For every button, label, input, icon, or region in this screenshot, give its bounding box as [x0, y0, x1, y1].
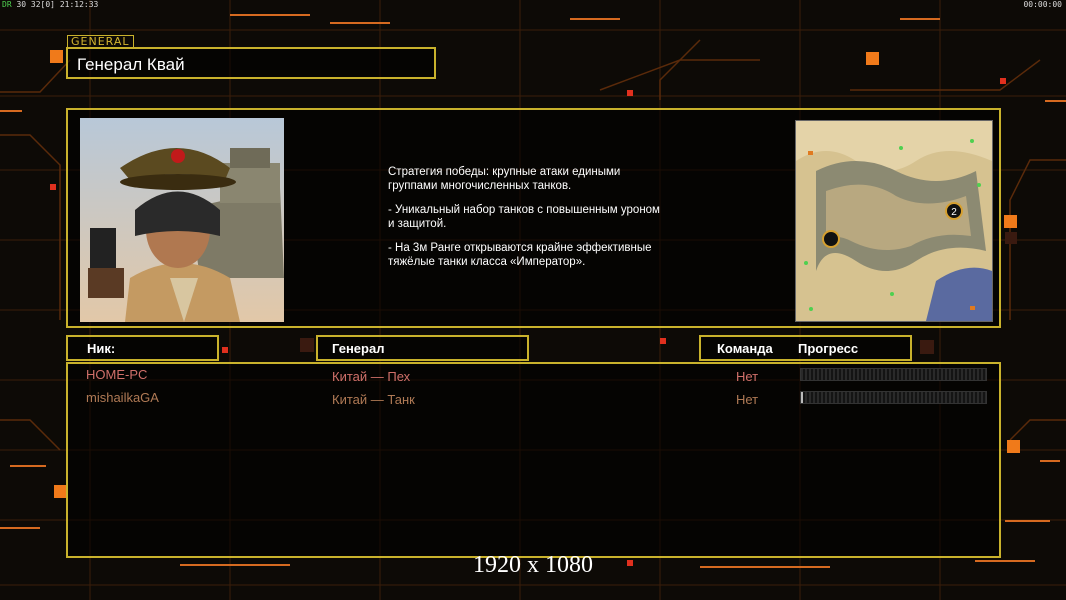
status-bar: DR 30 32[0] 21:12:33 00:00:00 [0, 0, 1066, 10]
header-progress-label: Прогресс [798, 341, 859, 356]
map-preview: 2 [795, 120, 993, 322]
fps-tag: DR [2, 0, 12, 9]
header-team-label: Команда [717, 341, 773, 356]
player-1-progress-bar [800, 368, 987, 381]
player-1-nick: HOME-PC [86, 367, 148, 382]
player-2-progress-fill [801, 392, 803, 403]
description-line-3: - На 3м Ранге открываются крайне эффекти… [388, 242, 652, 268]
fps-text: 30 32[0] 21:12:33 [16, 0, 99, 9]
fps-readout: DR 30 32[0] 21:12:33 [2, 0, 98, 9]
header-nick-label: Ник: [87, 341, 116, 356]
player-1-team: Нет [736, 369, 759, 384]
game-timer: 00:00:00 [1023, 0, 1062, 9]
player-2-marker: 2 [951, 207, 957, 218]
player-2-team: Нет [736, 392, 759, 407]
description-line-1: Стратегия победы: крупные атаки едиными … [388, 166, 621, 192]
resolution-label: 1920 x 1080 [473, 552, 593, 578]
header-team-progress: Команда Прогресс [699, 335, 912, 361]
general-title-box: Генерал Квай [66, 47, 436, 79]
header-general-label: Генерал [332, 341, 385, 356]
description-line-2: - Уникальный набор танков с повышенным у… [388, 204, 660, 230]
player-2-general: Китай — Танк [332, 392, 415, 407]
header-nick: Ник: [66, 335, 219, 361]
player-2-progress-bar [800, 391, 987, 404]
player-1-general: Китай — Пех [332, 369, 411, 384]
general-name: Генерал Квай [77, 55, 185, 74]
player-list: HOME-PC Китай — Пех Нет mishailkaGA Кита… [66, 362, 1001, 558]
general-portrait [80, 118, 284, 322]
general-info-panel: Стратегия победы: крупные атаки едиными … [66, 108, 1001, 328]
header-general: Генерал [316, 335, 529, 361]
general-description: Стратегия победы: крупные атаки едиными … [388, 165, 718, 279]
player-2-nick: mishailkaGA [86, 390, 159, 405]
